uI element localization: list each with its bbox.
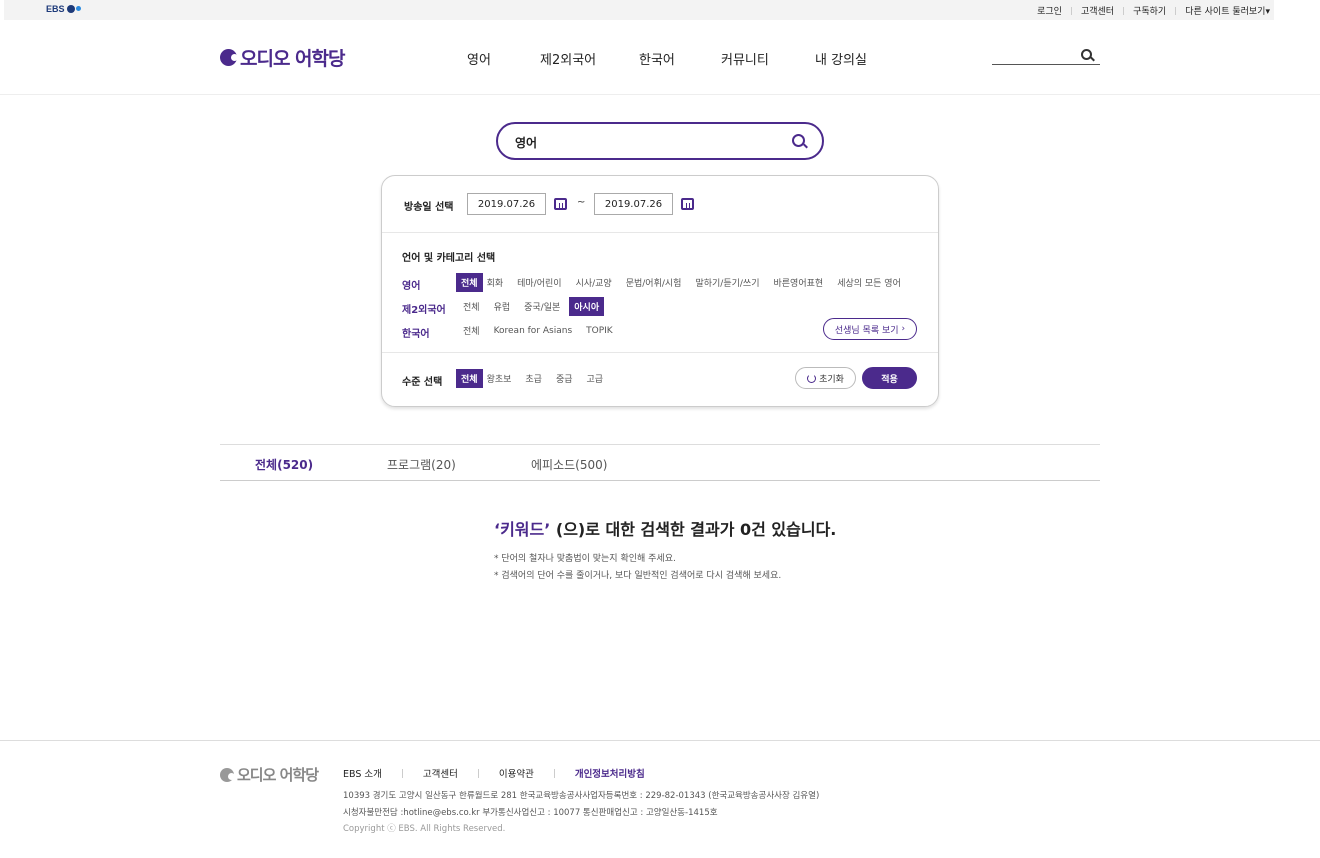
tab-episodes[interactable]: 에피소드(500) xyxy=(531,456,607,473)
footer-copyright: Copyright ⓒ EBS. All Rights Reserved. xyxy=(343,824,506,834)
chip-english-all-english[interactable]: 세상의 모든 영어 xyxy=(832,273,906,292)
date-separator: ~ xyxy=(577,197,586,208)
main-search-input[interactable]: 영어 xyxy=(496,122,824,160)
footer-address: 10393 경기도 고양시 일산동구 한류월드로 281 한국교육방송공사사업자… xyxy=(343,791,820,801)
header-search-input[interactable] xyxy=(992,46,1100,65)
category-second-language-options: 전체 유럽 중국/일본 아시아 xyxy=(458,297,605,316)
chip-level-intermediate[interactable]: 중급 xyxy=(551,369,578,388)
search-icon[interactable] xyxy=(1081,49,1092,60)
nav-korean[interactable]: 한국어 xyxy=(639,49,675,68)
tab-all[interactable]: 전체(520) xyxy=(255,456,313,473)
ebs-logo-mark xyxy=(66,5,81,13)
chip-level-all[interactable]: 전체 xyxy=(456,369,483,388)
category-english-options: 전체 회화 테마/어린이 시사/교양 문법/어휘/시험 말하기/듣기/쓰기 바른… xyxy=(456,273,906,292)
chip-english-current-affairs[interactable]: 시사/교양 xyxy=(571,273,617,292)
nav-english[interactable]: 영어 xyxy=(467,49,491,68)
chip-korean-for-asians[interactable]: Korean for Asians xyxy=(489,323,578,339)
level-options: 전체 왕초보 초급 중급 고급 xyxy=(456,369,608,388)
logo-mark-icon xyxy=(220,49,238,66)
chip-english-speaking-listening[interactable]: 말하기/듣기/쓰기 xyxy=(690,273,764,292)
nav-my-classroom[interactable]: 내 강의실 xyxy=(815,49,867,68)
date-from-field[interactable]: 2019.07.26 xyxy=(467,193,546,215)
other-sites-dropdown[interactable]: 다른 사이트 둘러보기▾ xyxy=(1185,4,1270,17)
tab-programs[interactable]: 프로그램(20) xyxy=(387,456,456,473)
chip-english-conversation[interactable]: 회화 xyxy=(487,273,509,292)
refresh-icon xyxy=(807,373,817,383)
calendar-icon[interactable] xyxy=(681,198,694,210)
result-tip: * 검색어의 단어 수를 줄이거나, 보다 일반적인 검색어로 다시 검색해 보… xyxy=(494,571,782,581)
logo-mark-icon xyxy=(220,767,235,782)
chip-level-advanced[interactable]: 고급 xyxy=(582,369,609,388)
chip-korean-all[interactable]: 전체 xyxy=(458,321,485,340)
chip-second-all[interactable]: 전체 xyxy=(458,297,485,316)
category-korean-label: 한국어 xyxy=(402,329,430,340)
chip-english-grammar-exam[interactable]: 문법/어휘/시험 xyxy=(621,273,687,292)
calendar-icon[interactable] xyxy=(554,198,567,210)
chip-korean-topik[interactable]: TOPIK xyxy=(581,323,618,339)
nav-community[interactable]: 커뮤니티 xyxy=(721,49,769,68)
category-second-language-label: 제2외국어 xyxy=(402,305,446,316)
divider xyxy=(382,352,938,353)
footer-link-terms[interactable]: 이용약관 xyxy=(499,766,534,780)
ebs-logo[interactable]: EBS xyxy=(46,4,81,14)
date-to-field[interactable]: 2019.07.26 xyxy=(594,193,673,215)
chip-level-beginner-basic[interactable]: 왕초보 xyxy=(487,369,517,388)
nav-second-language[interactable]: 제2외국어 xyxy=(540,49,596,68)
result-tip: * 단어의 철자나 맞춤법이 맞는지 확인해 주세요. xyxy=(494,554,676,564)
chip-english-correct-expressions[interactable]: 바른영어표현 xyxy=(769,273,829,292)
footer-link-customer-center[interactable]: 고객센터 xyxy=(423,766,458,780)
footer-link-privacy[interactable]: 개인정보처리방침 xyxy=(575,766,645,780)
category-english-label: 영어 xyxy=(402,281,421,292)
divider xyxy=(382,232,938,233)
category-section-title: 언어 및 카테고리 선택 xyxy=(402,253,496,264)
customer-center-link[interactable]: 고객센터 xyxy=(1081,4,1114,17)
footer-link-about[interactable]: EBS 소개 xyxy=(343,766,382,780)
chip-english-theme-kids[interactable]: 테마/어린이 xyxy=(512,273,566,292)
no-result-message: ‘키워드’ (으)로 대한 검색한 결과가 0건 있습니다. xyxy=(494,520,837,539)
subscribe-link[interactable]: 구독하기 xyxy=(1133,4,1166,17)
chip-second-asia[interactable]: 아시아 xyxy=(569,297,605,316)
chip-second-china-japan[interactable]: 중국/일본 xyxy=(519,297,565,316)
footer-logo: 오디오 어학당 xyxy=(220,764,319,785)
login-link[interactable]: 로그인 xyxy=(1037,4,1062,17)
apply-button[interactable]: 적용 xyxy=(862,367,917,389)
broadcast-date-label: 방송일 선택 xyxy=(404,202,454,213)
level-label: 수준 선택 xyxy=(402,377,443,388)
search-value: 영어 xyxy=(515,136,538,150)
footer-links: EBS 소개 고객센터 이용약관 개인정보처리방침 xyxy=(343,766,645,780)
reset-button[interactable]: 초기화 xyxy=(795,367,856,389)
chevron-right-icon: › xyxy=(901,324,906,334)
result-keyword: ‘키워드’ xyxy=(494,520,551,539)
chip-level-beginner[interactable]: 초급 xyxy=(520,369,547,388)
caret-down-icon: ▾ xyxy=(1265,7,1270,17)
teacher-list-button[interactable]: 선생님 목록 보기 › xyxy=(823,318,917,340)
utility-links: 로그인 고객센터 구독하기 다른 사이트 둘러보기▾ xyxy=(1037,4,1270,17)
footer-contact: 시청자불만전담 :hotline@ebs.co.kr 부가통신사업신고 : 10… xyxy=(343,808,718,818)
chip-english-all[interactable]: 전체 xyxy=(456,273,483,292)
category-korean-options: 전체 Korean for Asians TOPIK xyxy=(458,321,618,340)
search-icon[interactable] xyxy=(792,134,805,147)
chip-second-europe[interactable]: 유럽 xyxy=(489,297,516,316)
site-logo[interactable]: 오디오 어학당 xyxy=(220,44,345,71)
result-tabs xyxy=(220,444,1100,481)
